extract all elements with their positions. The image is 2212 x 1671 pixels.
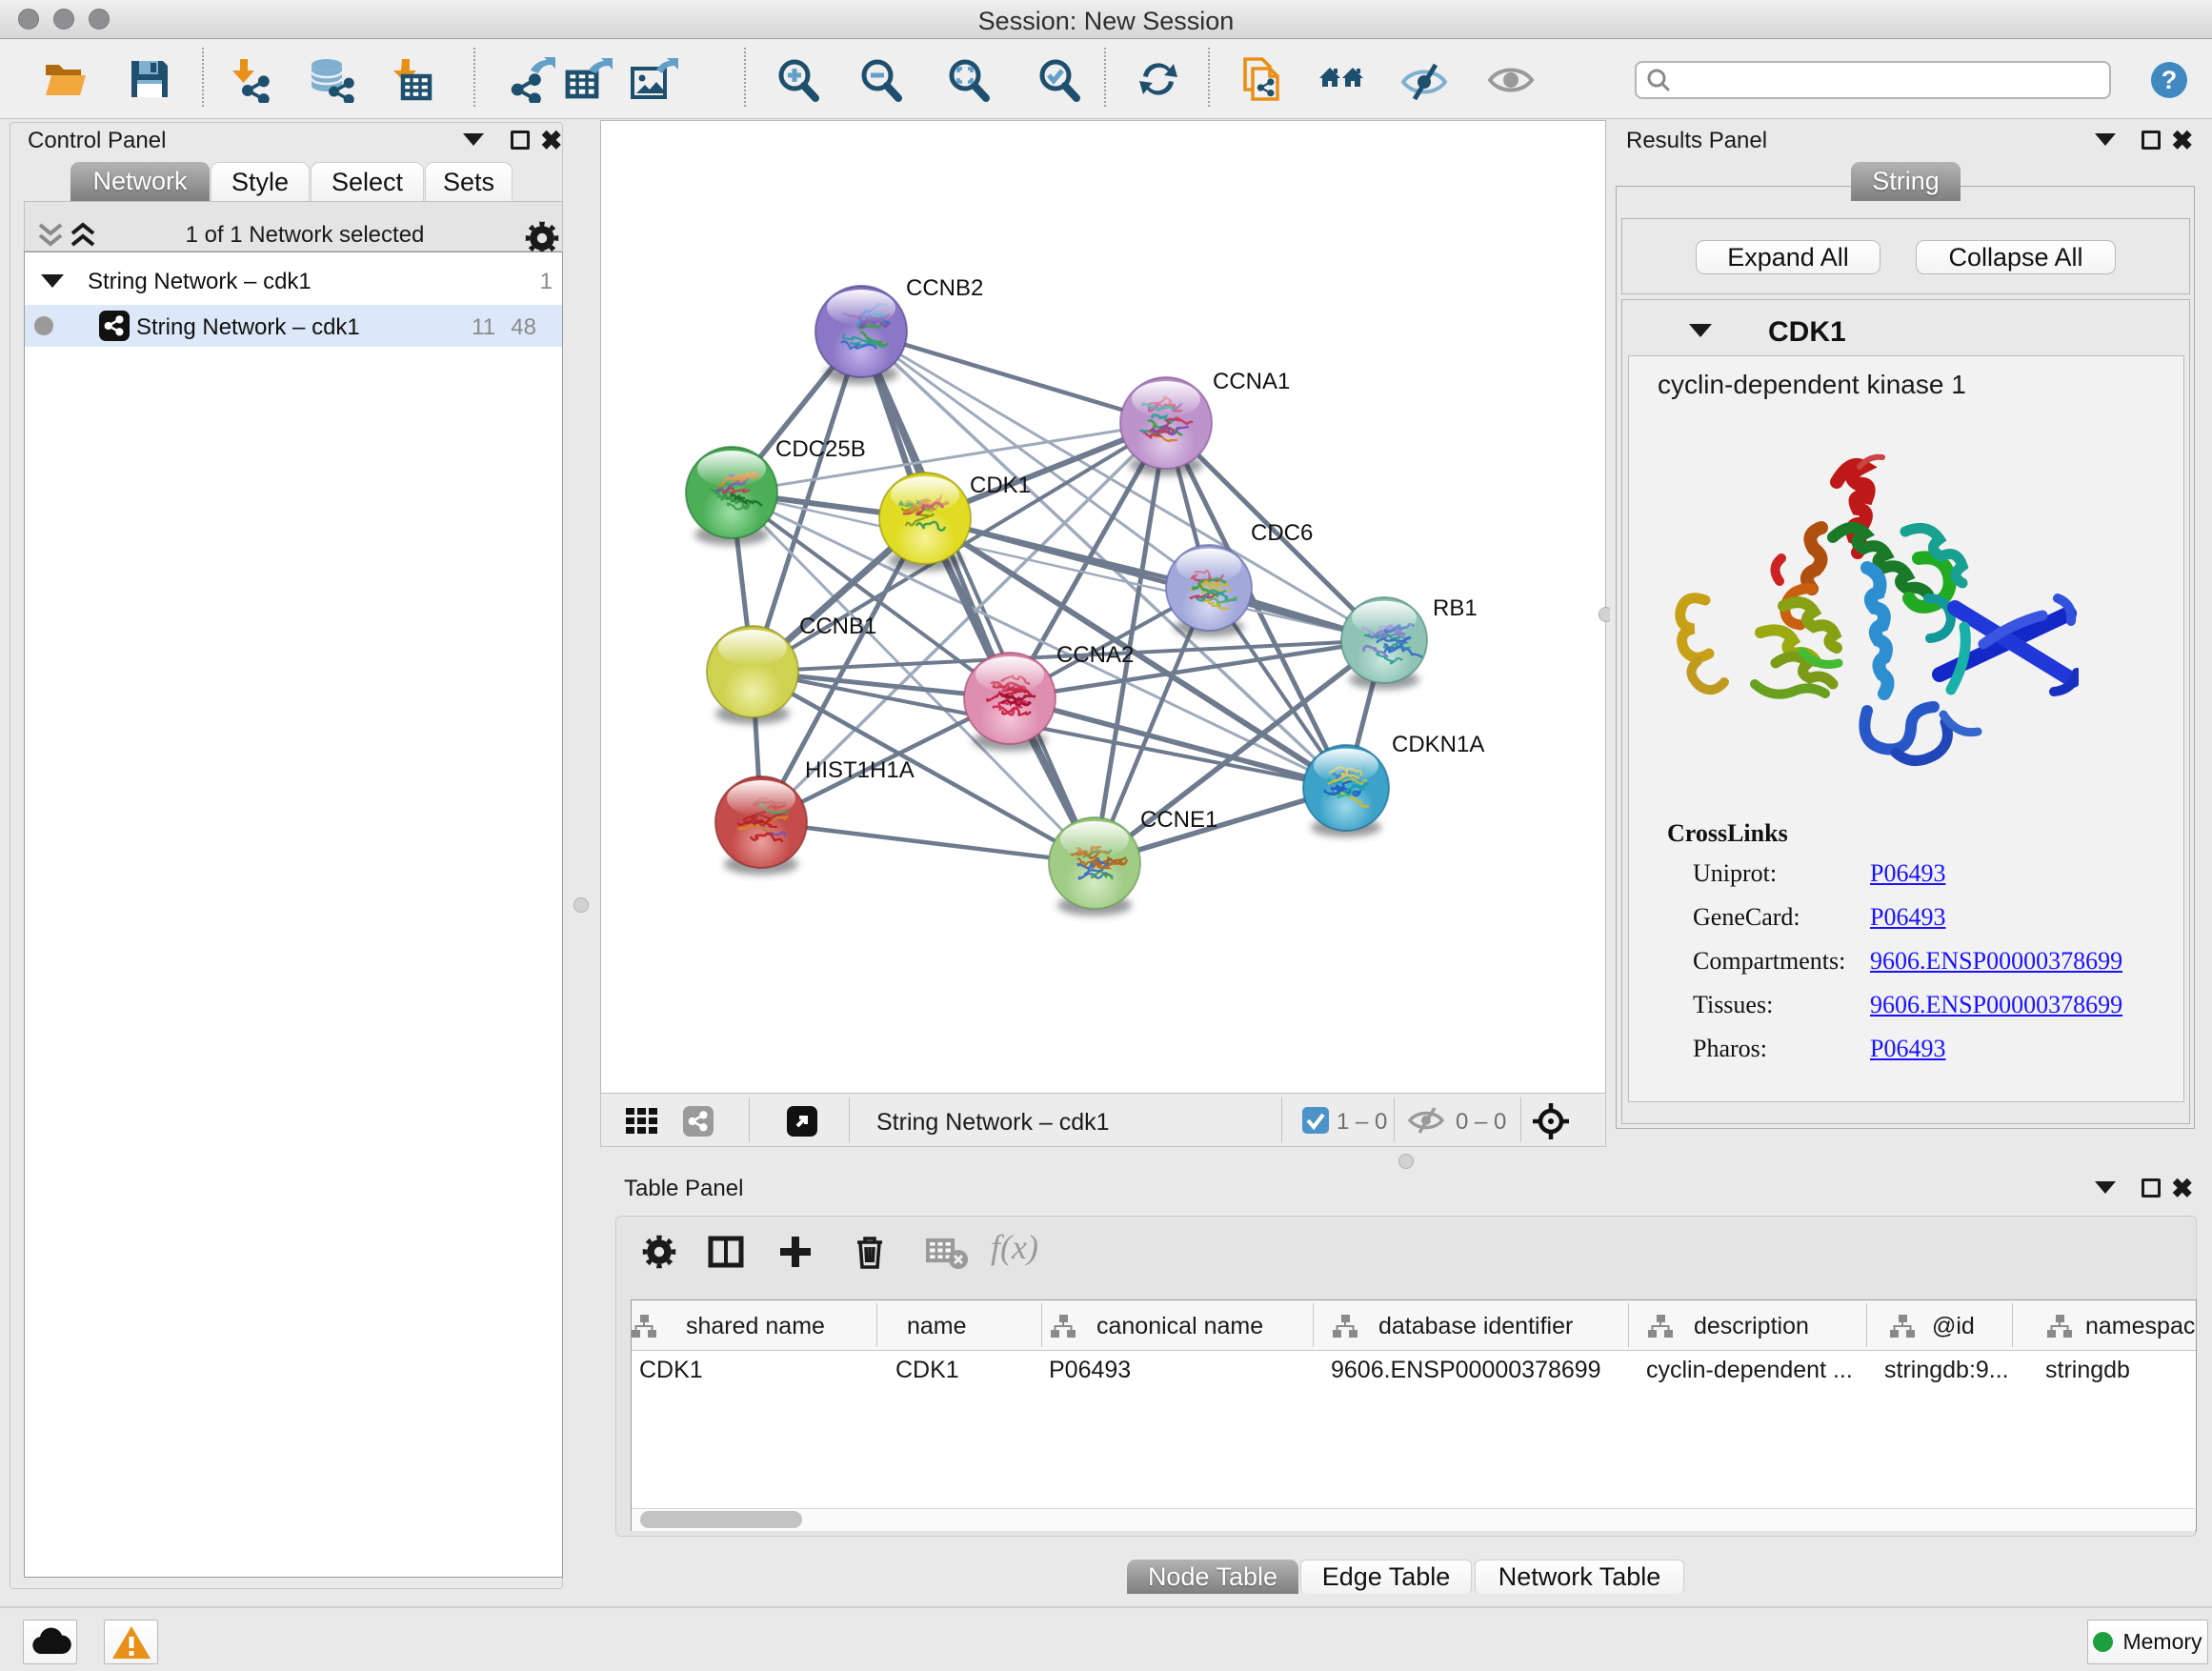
svg-text:CDC25B: CDC25B	[775, 436, 866, 462]
svg-text:CCNB1: CCNB1	[799, 614, 876, 639]
svg-text:?: ?	[2162, 66, 2178, 94]
svg-text:RB1: RB1	[1433, 595, 1478, 621]
svg-text:HIST1H1A: HIST1H1A	[805, 757, 915, 783]
svg-text:CCNB2: CCNB2	[906, 275, 983, 301]
svg-text:CDKN1A: CDKN1A	[1392, 732, 1484, 757]
svg-text:CDK1: CDK1	[970, 473, 1031, 498]
svg-text:CCNA2: CCNA2	[1056, 642, 1134, 668]
svg-text:CCNE1: CCNE1	[1140, 807, 1217, 833]
svg-text:CDC6: CDC6	[1251, 520, 1313, 546]
svg-text:CCNA1: CCNA1	[1213, 369, 1290, 394]
